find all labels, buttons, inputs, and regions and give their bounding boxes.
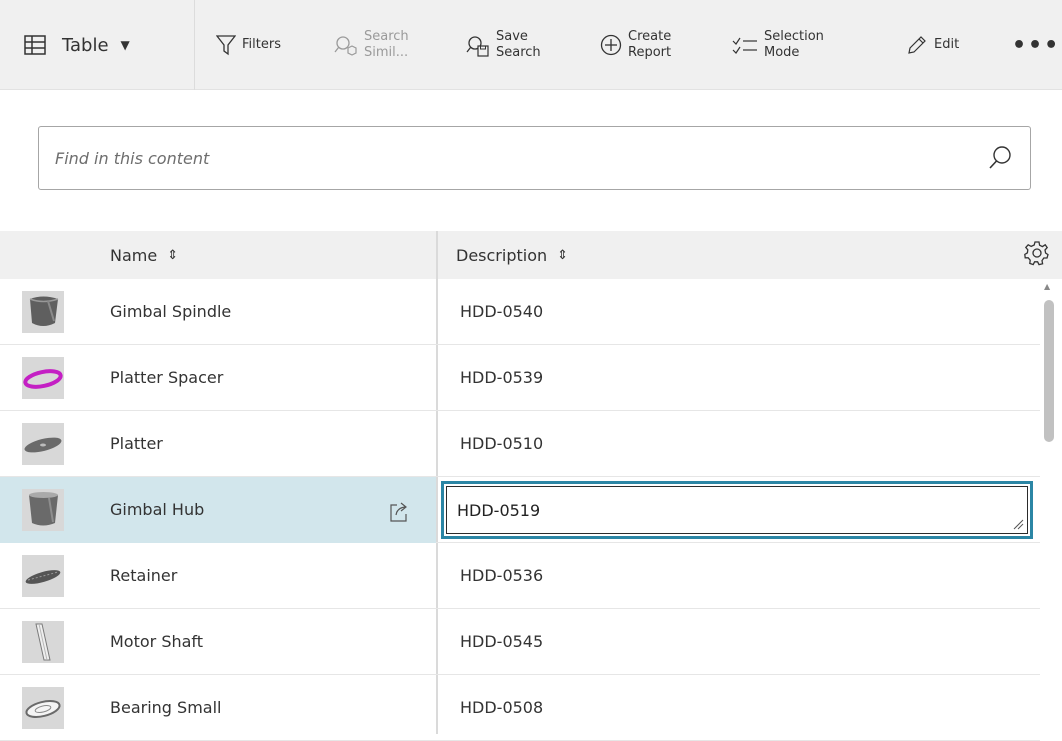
description-edit-cell [441,481,1033,539]
save-search-label-line2: Search [496,45,541,60]
filters-label: Filters [242,36,281,52]
table-row[interactable]: Retainer HDD-0536 [0,543,1040,609]
table-header: Name ⇕ Description ⇕ [0,231,1062,279]
selection-mode-label-line1: Selection [764,28,824,44]
row-name: Retainer [110,566,178,585]
view-switcher-button[interactable]: Table ▼ [24,0,130,90]
search-similar-label-line2: Simil... [364,45,409,60]
more-options-button[interactable]: ••• [1012,0,1060,90]
spindle-part-icon [22,291,64,333]
column-header-description[interactable]: Description ⇕ [456,231,568,279]
create-report-button[interactable]: Create Report [600,0,671,90]
row-name: Motor Shaft [110,632,204,651]
table-row[interactable]: Platter Spacer HDD-0539 [0,345,1040,411]
find-in-content-box [38,126,1031,190]
bearing-part-icon [22,687,64,729]
retainer-part-icon [22,555,64,597]
filter-icon [216,35,236,56]
row-name: Platter Spacer [110,368,224,387]
table-row[interactable]: Gimbal Spindle HDD-0540 [0,279,1040,345]
toolbar-divider [194,0,195,90]
create-report-label-line2: Report [628,45,672,60]
ring-part-icon [22,357,64,399]
search-similar-label-line1: Search [364,28,409,44]
row-description[interactable]: HDD-0510 [460,411,543,477]
row-description[interactable]: HDD-0545 [460,609,543,675]
selection-mode-label-line2: Mode [764,45,800,60]
toolbar: Table ▼ Filters Search Simil... Save Sea… [0,0,1062,90]
search-icon[interactable] [987,145,1013,171]
scrollbar-thumb[interactable] [1044,300,1054,442]
open-external-icon[interactable] [388,501,410,523]
checklist-icon [732,37,757,54]
table-row[interactable]: Platter HDD-0510 [0,411,1040,477]
column-header-description-label: Description [456,245,548,265]
sort-icon: ⇕ [557,247,569,263]
row-name: Bearing Small [110,698,222,717]
row-name: Gimbal Spindle [110,302,232,321]
save-search-button[interactable]: Save Search [466,0,541,90]
row-description[interactable]: HDD-0539 [460,345,543,411]
find-in-content-input[interactable] [39,127,979,189]
view-label: Table [62,34,109,56]
row-description[interactable]: HDD-0508 [460,675,543,741]
save-search-label-line1: Save [496,28,528,44]
table-row-selected[interactable]: Gimbal Hub [0,477,1040,543]
save-search-icon [466,36,489,57]
sort-icon: ⇕ [167,247,179,263]
search-similar-icon [334,36,357,56]
row-description[interactable]: HDD-0536 [460,543,543,609]
shaft-part-icon [22,621,64,663]
more-icon: ••• [1012,32,1061,58]
row-description[interactable]: HDD-0540 [460,279,543,345]
resize-grip-icon[interactable] [1012,518,1024,530]
hub-part-icon [22,489,64,531]
chevron-down-icon: ▼ [120,38,130,52]
create-report-label-line1: Create [628,28,672,44]
edit-button[interactable]: Edit [906,0,959,90]
disk-part-icon [22,423,64,465]
description-edit-input[interactable] [447,487,1027,533]
row-name: Gimbal Hub [110,500,205,519]
pencil-icon [908,36,926,54]
row-name: Platter [110,434,163,453]
selection-mode-button[interactable]: Selection Mode [732,0,824,90]
search-similar-button[interactable]: Search Simil... [334,0,409,90]
edit-label: Edit [934,36,960,52]
gear-icon[interactable] [1024,240,1050,266]
table-row[interactable]: Bearing Small HDD-0508 [0,675,1040,741]
add-circle-icon [600,34,622,56]
table-view-icon [24,35,46,55]
filters-button[interactable]: Filters [216,0,281,90]
column-header-name[interactable]: Name ⇕ [110,231,178,279]
scroll-up-arrow-icon[interactable]: ▲ [1044,282,1050,291]
table-row[interactable]: Motor Shaft HDD-0545 [0,609,1040,675]
column-header-name-label: Name [110,245,158,265]
